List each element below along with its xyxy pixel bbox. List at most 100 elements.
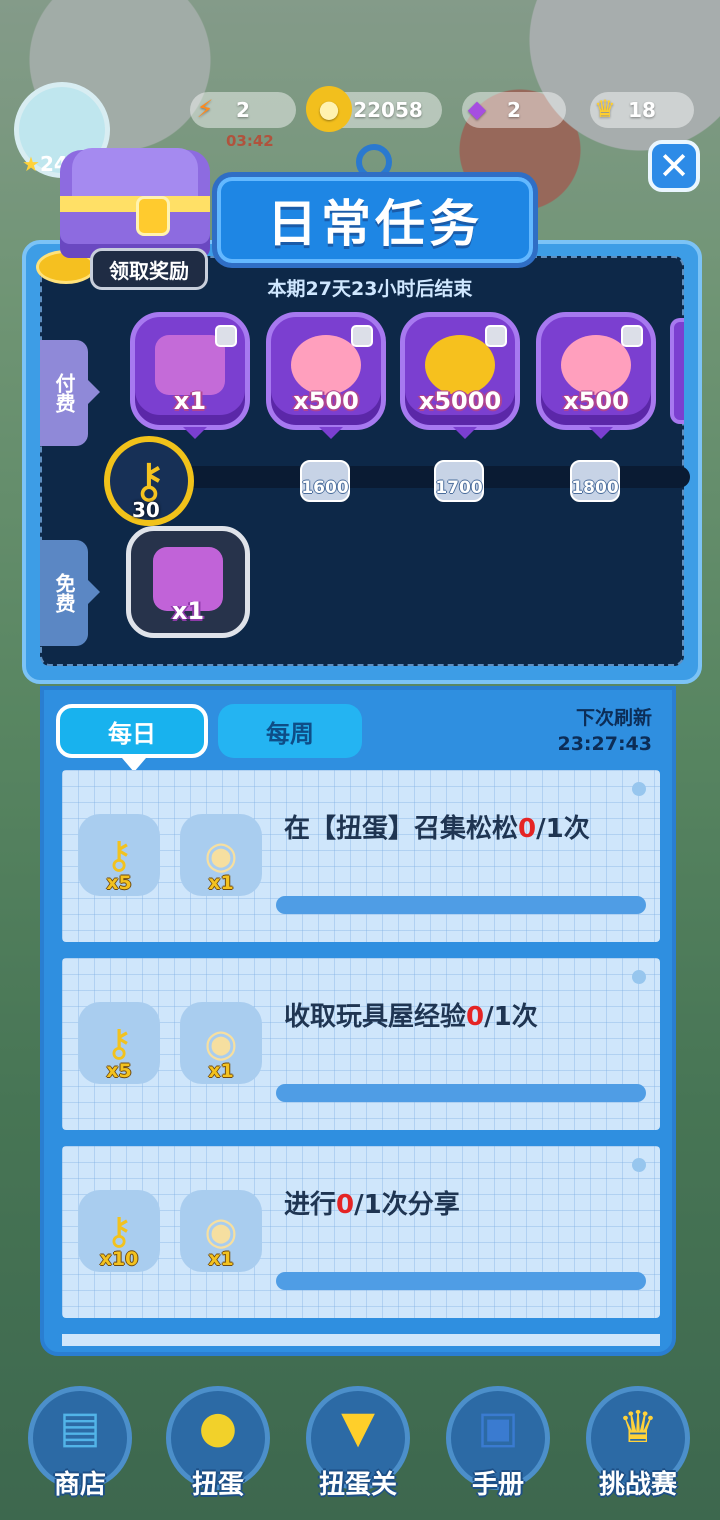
tab-weekly-label: 每周 — [266, 719, 314, 748]
task-reward: ◉ x1 — [180, 1190, 262, 1272]
chest-band — [60, 196, 210, 212]
reward-qty: x5000 — [418, 387, 502, 415]
lock-icon — [621, 325, 643, 347]
task-progress-bar — [276, 1084, 646, 1102]
card-pin — [632, 1158, 646, 1172]
nav-gacha-label: 扭蛋 — [191, 1470, 244, 1500]
chest-lock-icon — [136, 196, 170, 236]
lock-icon — [215, 325, 237, 347]
key-count-value: 30 — [132, 498, 160, 522]
task-reward: ⚷ x5 — [78, 1002, 160, 1084]
task-text: 收取玩具屋经验 — [284, 1002, 467, 1032]
energy-timer: 03:42 — [226, 132, 274, 150]
refresh-label: 下次刷新 — [575, 707, 652, 729]
cake-icon: ◉ — [204, 1209, 238, 1253]
tab-daily[interactable]: 每日 — [56, 704, 208, 772]
key-icon: ⚷ — [105, 833, 133, 877]
milestone-value: 1700 — [435, 478, 483, 498]
task-current: 0 — [518, 814, 537, 844]
refresh-timer: 下次刷新 23:27:43 — [540, 706, 652, 757]
task-progress-bar — [276, 1272, 646, 1290]
paid-reward-1[interactable]: x1 — [130, 312, 250, 439]
reward-qty: x5 — [106, 1060, 132, 1082]
energy-value: 2 — [236, 98, 250, 122]
crown-counter[interactable]: ♛ 18 — [590, 92, 694, 128]
paid-reward-5-partial — [670, 318, 684, 424]
crown-icon: ♛ — [594, 95, 616, 123]
reward-qty: x10 — [99, 1248, 139, 1270]
coin-counter[interactable]: ● 22058 — [306, 86, 442, 132]
paid-reward-2[interactable]: x500 — [266, 312, 386, 439]
lock-icon — [485, 325, 507, 347]
close-icon: ✕ — [658, 144, 690, 188]
shop-icon: ▤ — [59, 1402, 101, 1453]
key-icon: ⚷ — [105, 1021, 133, 1065]
cake-icon: ◉ — [204, 1021, 238, 1065]
task-reward: ◉ x1 — [180, 814, 262, 896]
gem-icon: ◆ — [467, 95, 487, 123]
task-target: /1次分享 — [354, 1190, 460, 1220]
gacha-stage-icon: ▼ — [341, 1402, 375, 1453]
task-card: ⚷ x5 ◉ x1 在【扭蛋】召集松松0/1次 — [62, 770, 660, 942]
milestone-value: 1600 — [301, 478, 349, 498]
reward-qty: x5 — [106, 872, 132, 894]
free-track-tab: 免费 — [40, 540, 100, 646]
free-track-label: 免费 — [52, 573, 76, 613]
reward-qty: x1 — [208, 872, 234, 894]
lightning-icon: ⚡ — [196, 95, 214, 123]
energy-counter[interactable]: ⚡ 2 — [190, 92, 296, 128]
paid-track-tab: 付费 — [40, 340, 100, 446]
task-card-partial — [62, 1334, 660, 1346]
task-target: /1次 — [536, 814, 590, 844]
card-pin — [632, 782, 646, 796]
book-icon: ▣ — [477, 1402, 519, 1453]
key-icon: ⚷ — [105, 1209, 133, 1253]
milestone-lock-3: 1800 — [570, 460, 620, 502]
free-reward-1[interactable]: x1 — [126, 526, 250, 638]
task-description: 进行0/1次分享 — [284, 1184, 460, 1221]
task-card: ⚷ x5 ◉ x1 收取玩具屋经验0/1次 — [62, 958, 660, 1130]
crown-value: 18 — [628, 98, 656, 122]
task-text: 在【扭蛋】召集松松 — [284, 814, 519, 844]
cake-icon: ◉ — [204, 833, 238, 877]
gem-counter[interactable]: ◆ 2 — [462, 92, 566, 128]
task-reward: ⚷ x10 — [78, 1190, 160, 1272]
tab-weekly[interactable]: 每周 — [218, 704, 362, 758]
task-reward: ⚷ x5 — [78, 814, 160, 896]
gem-value: 2 — [507, 98, 521, 122]
reward-qty: x1 — [208, 1060, 234, 1082]
task-text: 进行 — [284, 1190, 337, 1220]
card-pin — [632, 970, 646, 984]
nav-gacha-stage-label: 扭蛋关 — [318, 1470, 397, 1500]
milestone-lock-2: 1700 — [434, 460, 484, 502]
paid-reward-4[interactable]: x500 — [536, 312, 656, 439]
chest-lid — [72, 148, 198, 202]
nav-challenge-label: 挑战赛 — [598, 1470, 677, 1500]
close-button[interactable]: ✕ — [648, 140, 700, 192]
task-current: 0 — [466, 1002, 485, 1032]
task-target: /1次 — [484, 1002, 538, 1032]
season-countdown: 本期27天23小时后结束 — [267, 278, 473, 300]
coin-icon: ● — [306, 86, 352, 132]
tab-daily-label: 每日 — [108, 719, 156, 748]
refresh-time: 23:27:43 — [557, 732, 652, 755]
reward-qty: x1 — [171, 597, 205, 625]
milestone-value: 1800 — [571, 478, 619, 498]
reward-qty: x1 — [173, 387, 207, 415]
reward-qty: x1 — [208, 1248, 234, 1270]
reward-qty: x500 — [563, 387, 629, 415]
nav-handbook-label: 手册 — [471, 1470, 524, 1500]
paid-reward-3[interactable]: x5000 — [400, 312, 520, 439]
lock-icon — [351, 325, 373, 347]
star-icon: ★ — [22, 152, 40, 176]
paid-track-label: 付费 — [52, 373, 76, 413]
crown-icon: ♛ — [618, 1402, 658, 1453]
task-reward: ◉ x1 — [180, 1002, 262, 1084]
page-title: 日常任务 — [267, 195, 483, 253]
milestone-lock-1: 1600 — [300, 460, 350, 502]
task-description: 收取玩具屋经验0/1次 — [284, 996, 538, 1033]
task-current: 0 — [336, 1190, 355, 1220]
reward-qty: x500 — [293, 387, 359, 415]
task-description: 在【扭蛋】召集松松0/1次 — [284, 808, 590, 845]
nav-shop-label: 商店 — [53, 1470, 106, 1500]
